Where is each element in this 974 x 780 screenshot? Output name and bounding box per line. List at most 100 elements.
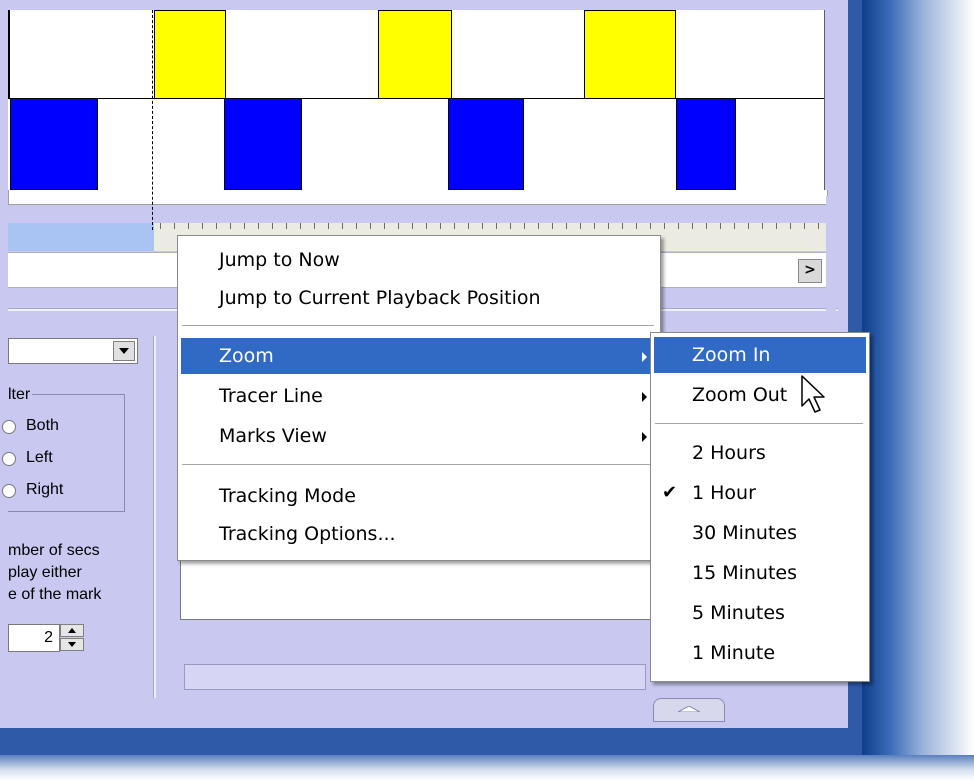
ruler-tick — [426, 223, 427, 229]
menu-item-label: Zoom In — [692, 344, 771, 366]
window-bottom-shadow — [0, 755, 974, 780]
menu-item-tracer-line[interactable]: Tracer Line — [181, 378, 657, 414]
context-menu: Jump to Now Jump to Current Playback Pos… — [177, 235, 661, 561]
radio-left[interactable]: Left — [2, 449, 53, 468]
radio-both[interactable]: Both — [2, 417, 59, 436]
ruler-tick — [314, 223, 315, 229]
menu-item-label: Tracking Options... — [219, 523, 396, 545]
menu-item-label: 1 Hour — [692, 482, 756, 504]
ruler-tick — [776, 223, 777, 229]
timeline-block-blue[interactable] — [676, 98, 736, 190]
ruler-tick — [538, 223, 539, 229]
menu-item-zoom-out[interactable]: Zoom Out — [654, 377, 866, 413]
timeline-block-blue[interactable] — [10, 98, 98, 190]
radio-label-left: Left — [26, 449, 53, 466]
ruler-tick — [622, 223, 623, 229]
ruler-tick — [762, 223, 763, 229]
ruler-tick — [650, 223, 651, 229]
timeline-block-yellow[interactable] — [378, 10, 452, 99]
ruler-tick — [580, 223, 581, 229]
seconds-spinner-field[interactable]: 2 — [8, 624, 60, 652]
chevron-up-icon — [678, 706, 700, 712]
ruler-tick — [258, 223, 259, 229]
radio-dot[interactable] — [2, 420, 16, 434]
collapse-panel-button[interactable] — [653, 698, 725, 722]
ruler-tick — [328, 223, 329, 229]
ruler-tick — [510, 223, 511, 229]
dropdown-select[interactable] — [8, 338, 138, 364]
submenu-arrow-icon — [642, 352, 647, 362]
menu-item-5-minutes[interactable]: 5 Minutes — [654, 595, 866, 631]
ruler-tick — [230, 223, 231, 229]
menu-item-30-minutes[interactable]: 30 Minutes — [654, 515, 866, 551]
ruler-tick — [734, 223, 735, 229]
ruler-tick — [720, 223, 721, 229]
timeline-block-blue[interactable] — [224, 98, 302, 190]
ruler-tick — [818, 223, 819, 229]
menu-item-label: Zoom Out — [692, 384, 788, 406]
timeline-grid[interactable] — [8, 10, 825, 191]
menu-item-marks-view[interactable]: Marks View — [181, 418, 657, 454]
zoom-submenu: Zoom In Zoom Out 2 Hours ✔ 1 Hour 30 Min… — [650, 332, 870, 682]
dropdown-button[interactable] — [113, 341, 135, 361]
ruler-tick — [244, 223, 245, 229]
menu-item-label: 30 Minutes — [692, 522, 798, 544]
seconds-spinner[interactable] — [60, 624, 84, 652]
menu-item-label: Marks View — [219, 425, 327, 447]
menu-item-label: 1 Minute — [692, 642, 776, 664]
menu-item-1-minute[interactable]: 1 Minute — [654, 635, 866, 671]
ruler-tick — [202, 223, 203, 229]
ruler-tick — [454, 223, 455, 229]
timeline-block-yellow[interactable] — [584, 10, 676, 99]
menu-item-tracking-options[interactable]: Tracking Options... — [181, 516, 657, 552]
right-panel-edge — [826, 196, 836, 326]
ruler-tick — [664, 223, 665, 229]
menu-item-tracking-mode[interactable]: Tracking Mode — [181, 478, 657, 514]
radio-dot[interactable] — [2, 484, 16, 498]
grid-footer-strip — [8, 190, 828, 205]
window-shadow — [862, 0, 974, 780]
ruler-tick — [790, 223, 791, 229]
menu-item-jump-to-playback[interactable]: Jump to Current Playback Position — [181, 280, 657, 316]
info-text-line: play either — [8, 564, 82, 581]
ruler-tick — [440, 223, 441, 229]
menu-item-label: 5 Minutes — [692, 602, 785, 624]
ruler-tick — [678, 223, 679, 229]
radio-right[interactable]: Right — [2, 481, 63, 500]
grid-left-edge — [8, 10, 10, 98]
ruler-tick — [594, 223, 595, 229]
ruler-tick — [804, 223, 805, 229]
chevron-down-icon — [119, 348, 129, 354]
radio-dot[interactable] — [2, 452, 16, 466]
menu-item-zoom-in[interactable]: Zoom In — [654, 337, 866, 373]
menu-item-label: Jump to Current Playback Position — [219, 287, 541, 309]
ruler-tick — [524, 223, 525, 229]
spin-up-button[interactable] — [60, 624, 84, 637]
ruler-tick — [342, 223, 343, 229]
ruler-tick — [412, 223, 413, 229]
menu-item-15-minutes[interactable]: 15 Minutes — [654, 555, 866, 591]
ruler-tick — [174, 223, 175, 229]
scroll-right-button[interactable]: > — [798, 259, 822, 283]
menu-item-label: Tracking Mode — [219, 485, 356, 507]
menu-item-1-hour[interactable]: ✔ 1 Hour — [654, 475, 866, 511]
menu-item-jump-to-now[interactable]: Jump to Now — [181, 242, 657, 278]
ruler-tick — [636, 223, 637, 229]
ruler-tick — [188, 223, 189, 229]
spin-down-button[interactable] — [60, 638, 84, 651]
status-field — [184, 664, 646, 690]
ruler-tick — [608, 223, 609, 229]
menu-separator — [182, 464, 654, 465]
menu-item-label: Zoom — [219, 345, 274, 367]
ruler-tick — [286, 223, 287, 229]
timeline-block-yellow[interactable] — [154, 10, 226, 99]
arrow-up-icon — [68, 628, 76, 633]
menu-item-2-hours[interactable]: 2 Hours — [654, 435, 866, 471]
menu-item-zoom[interactable]: Zoom — [181, 338, 657, 374]
timeline-block-blue[interactable] — [448, 98, 524, 190]
menu-separator — [655, 423, 863, 424]
ruler-tick — [552, 223, 553, 229]
menu-separator — [182, 325, 654, 326]
mouse-pointer-icon — [801, 375, 825, 413]
notes-field[interactable] — [180, 560, 652, 620]
